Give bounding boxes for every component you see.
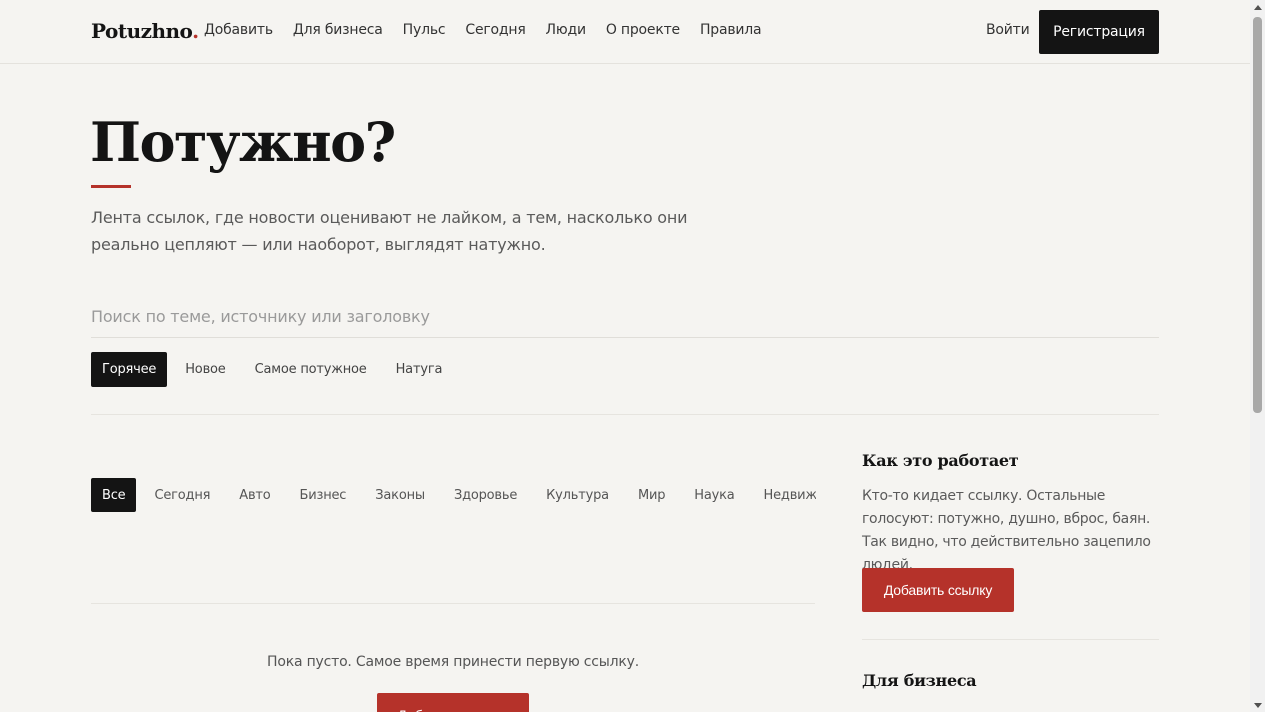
site-logo[interactable]: Potuzhno. (91, 19, 199, 43)
top-header: Potuzhno. Добавить Для бизнеса Пульс Сег… (0, 0, 1250, 64)
search-input[interactable] (91, 296, 1159, 338)
main-nav: Добавить Для бизнеса Пульс Сегодня Люди … (204, 22, 781, 38)
sort-tab-new[interactable]: Новое (174, 352, 236, 387)
hero-subtitle: Лента ссылок, где новости оценивают не л… (91, 208, 688, 254)
logo-dot: . (192, 19, 199, 43)
login-link[interactable]: Войти (986, 22, 1030, 38)
nav-pulse[interactable]: Пульс (403, 22, 446, 38)
divider (91, 603, 815, 604)
for-business-title: Для бизнеса (862, 671, 977, 690)
category-auto[interactable]: Авто (227, 478, 282, 512)
category-today[interactable]: Сегодня (142, 478, 222, 512)
sort-tabs: Горячее Новое Самое потужное Натуга (91, 352, 460, 387)
nav-add[interactable]: Добавить (204, 22, 273, 38)
scroll-up-arrow-icon[interactable] (1250, 0, 1265, 14)
hero-title: Потужно? (90, 110, 396, 174)
category-business[interactable]: Бизнес (288, 478, 359, 512)
nav-rules[interactable]: Правила (700, 22, 762, 38)
nav-today[interactable]: Сегодня (465, 22, 525, 38)
category-all[interactable]: Все (91, 478, 137, 512)
sidebar-add-link-button[interactable]: Добавить ссылку (862, 568, 1014, 612)
divider (862, 639, 1159, 640)
divider (91, 414, 1159, 415)
register-button[interactable]: Регистрация (1039, 10, 1159, 54)
scrollbar-thumb[interactable] (1253, 17, 1262, 413)
category-world[interactable]: Мир (626, 478, 677, 512)
category-filter: Все Сегодня Авто Бизнес Законы Здоровье … (91, 478, 816, 512)
category-health[interactable]: Здоровье (442, 478, 529, 512)
nav-about[interactable]: О проекте (606, 22, 680, 38)
category-science[interactable]: Наука (682, 478, 746, 512)
sort-tab-most-powerful[interactable]: Самое потужное (244, 352, 378, 387)
page: Potuzhno. Добавить Для бизнеса Пульс Сег… (0, 0, 1250, 712)
empty-feed-text: Пока пусто. Самое время принести первую … (267, 654, 639, 670)
sort-tab-hot[interactable]: Горячее (91, 352, 168, 387)
category-real-estate[interactable]: Недвижимость (752, 478, 816, 512)
nav-business[interactable]: Для бизнеса (293, 22, 383, 38)
hero-accent-rule (91, 185, 131, 188)
logo-text: Potuzhno (91, 19, 193, 43)
category-culture[interactable]: Культура (534, 478, 621, 512)
nav-people[interactable]: Люди (546, 22, 586, 38)
sort-tab-strain[interactable]: Натуга (385, 352, 454, 387)
add-link-button[interactable]: Добавить ссылку (377, 693, 529, 712)
scroll-down-arrow-icon[interactable] (1250, 698, 1265, 712)
how-it-works-text: Кто-то кидает ссылку. Остальные голосуют… (862, 488, 1151, 573)
vertical-scrollbar[interactable] (1250, 0, 1265, 712)
category-laws[interactable]: Законы (363, 478, 437, 512)
how-it-works-title: Как это работает (862, 451, 1019, 470)
